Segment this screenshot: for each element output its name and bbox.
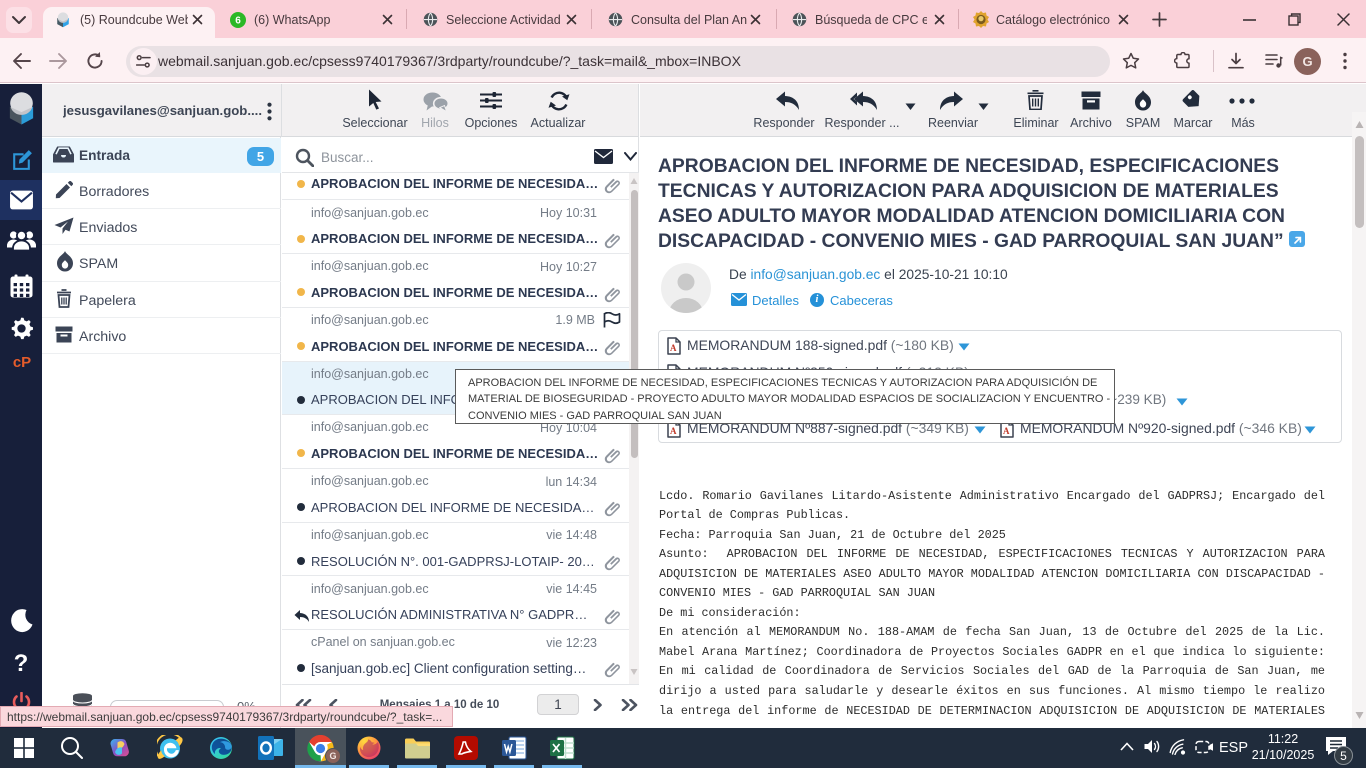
- svg-text:A: A: [670, 343, 677, 353]
- svg-text:A: A: [1003, 426, 1010, 436]
- svg-text:6: 6: [235, 16, 241, 27]
- svg-text:A: A: [670, 426, 677, 436]
